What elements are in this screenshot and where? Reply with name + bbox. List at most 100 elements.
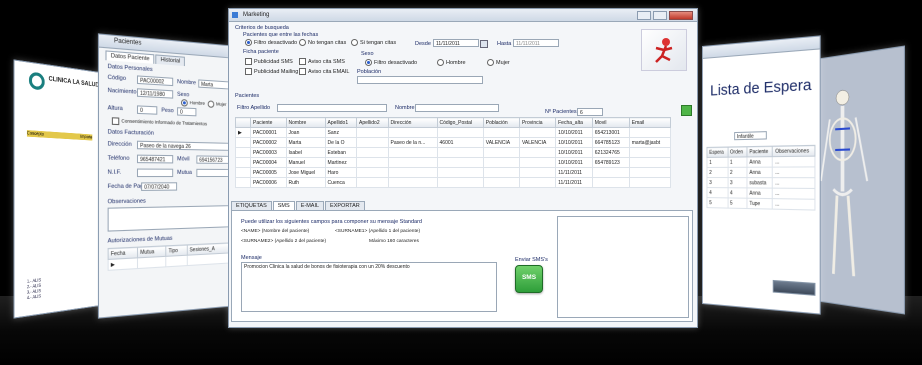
tab-email[interactable]: E-MAIL — [295, 201, 325, 210]
table-row[interactable]: PAC00005 Jose Miguel Haro 11/11/2011 — [235, 167, 672, 178]
sexo-filtro-desactivado-radio[interactable]: Filtro desactivado — [365, 59, 417, 66]
publicidad-sms-checkbox[interactable]: Publicidad SMS — [245, 58, 293, 65]
nombre-field[interactable]: Marta — [198, 79, 232, 90]
hasta-date-field[interactable]: 11/11/2011 — [513, 39, 559, 47]
espera-filter-select[interactable]: Infantile — [734, 131, 767, 141]
n-pacientes-label: Nº Pacientes — [545, 109, 577, 115]
table-cell — [356, 147, 389, 158]
table-cell: ... — [772, 166, 815, 178]
marketing-app-icon — [232, 12, 238, 18]
mensaje-label: Mensaje — [241, 255, 262, 261]
table-cell: Anna — [746, 187, 773, 199]
table-cell — [628, 177, 672, 188]
minimize-button[interactable] — [637, 11, 651, 20]
sexo-hombre-radio[interactable]: Hombre — [180, 99, 205, 107]
espera-col-orden[interactable]: Orden — [727, 146, 747, 158]
mensaje-textarea[interactable]: Promocion Clinica la salud de bonos de f… — [241, 262, 497, 312]
table-cell: ... — [772, 198, 815, 211]
table-cell: 11/11/2011 — [555, 177, 593, 188]
nif-field[interactable] — [136, 168, 174, 178]
mutua-select[interactable] — [196, 168, 230, 178]
espera-col-observaciones[interactable]: Observaciones — [772, 145, 815, 157]
espera-title: Lista de Espera — [710, 75, 812, 100]
table-row[interactable]: PAC00002 Marta De la O Paseo de la n... 4600… — [235, 137, 672, 148]
table-cell: 5 — [727, 197, 747, 209]
aviso-cita-sms-checkbox[interactable]: Aviso cita SMS — [299, 58, 345, 65]
footer-line: 4.- ALIS — [26, 293, 42, 301]
tab-datos-paciente[interactable]: Datos Paciente — [105, 50, 155, 64]
direccion-field[interactable]: Paseo de la navega 26 — [136, 140, 230, 151]
sexo-mujer-radio[interactable]: Mujer — [207, 100, 226, 108]
col-apellido1[interactable]: Apellido1 — [324, 117, 358, 128]
nacimiento-field[interactable]: 12/11/1980 — [136, 88, 174, 99]
row-selector-icon: ▶ — [235, 127, 251, 138]
col-direccion[interactable]: Dirección — [387, 117, 438, 128]
table-cell: 46001 — [436, 137, 484, 148]
tab-sms[interactable]: SMS — [272, 201, 295, 210]
table-cell: 11/11/2011 — [555, 167, 593, 178]
table-row[interactable]: 1 1 Anna... — [706, 156, 815, 168]
col-nombre[interactable]: Nombre — [285, 117, 326, 128]
col-codigo-postal[interactable]: Código_Postal — [436, 117, 484, 128]
peso-field[interactable]: 0 — [177, 107, 197, 117]
publicidad-mailing-checkbox[interactable]: Publicidad Mailing — [245, 68, 298, 75]
table-row[interactable]: 2 2 Anna... — [706, 166, 815, 178]
maximize-button[interactable] — [653, 11, 667, 20]
observaciones-field[interactable] — [107, 205, 232, 232]
table-cell — [356, 137, 389, 148]
col-poblacion[interactable]: Población — [482, 117, 520, 128]
excel-export-icon[interactable] — [681, 105, 692, 116]
tab-etiquetas[interactable]: ETIQUETAS — [231, 201, 272, 210]
sexo-hombre-radio[interactable]: Hombre — [437, 59, 466, 66]
aviso-cita-email-checkbox[interactable]: Aviso cita EMAIL — [299, 68, 349, 75]
col-provincia[interactable]: Provincia — [518, 117, 557, 128]
altura-field[interactable]: 0 — [136, 105, 158, 115]
doc-footer: 1.- ALIS 2.- ALIS 3.- ALIS 4.- ALIS — [27, 277, 41, 300]
col-apellido2[interactable]: Apellido2 — [356, 117, 389, 128]
codigo-field[interactable]: PAC00002 — [136, 75, 174, 87]
radio-label: Filtro desactivado — [374, 59, 418, 66]
col-fecha-alta[interactable]: Fecha_alta — [555, 117, 593, 128]
calendar-icon[interactable] — [480, 40, 488, 48]
screenshot-stage: CLINICA LA SALUD Concepto Importe 1.- AL… — [0, 0, 922, 365]
table-row[interactable]: PAC00003 Isabel Esteban 10/10/2011 621324765 — [235, 147, 672, 158]
filtro-apellido-field[interactable] — [277, 104, 387, 112]
table-row[interactable]: 5 5 Tupe... — [706, 197, 815, 211]
poblacion-field[interactable] — [357, 76, 483, 84]
doc-header-row: Concepto Importe — [26, 130, 92, 141]
consent-checkbox[interactable]: Consentimiento Informado de Tratamientos — [111, 117, 207, 128]
fecha-filtro-desactivado-radio[interactable]: Filtro desactivado — [245, 39, 297, 46]
desde-date-field[interactable]: 11/11/2011 — [433, 39, 479, 47]
espera-col-paciente[interactable]: Paciente — [746, 146, 773, 157]
table-cell: 4 — [706, 187, 728, 198]
close-button[interactable] — [669, 11, 693, 20]
tab-historial[interactable]: Historial — [155, 54, 186, 67]
no-tengan-citas-radio[interactable]: No tengan citas — [299, 39, 346, 46]
col-email[interactable]: Email — [628, 117, 672, 128]
table-cell — [387, 147, 438, 158]
table-row[interactable]: PAC00006 Ruth Cuenca 11/11/2011 — [235, 177, 672, 188]
tab-exportar[interactable]: EXPORTAR — [325, 201, 365, 210]
hasta-label: Hasta — [497, 41, 512, 47]
checkbox-label: Publicidad Mailing — [254, 68, 299, 75]
sms-info-line: Puede utilizar los siguientes campos par… — [241, 219, 422, 225]
codigo-label: Código — [107, 74, 127, 83]
fecha-pago-field[interactable]: 07/07/2040 — [141, 182, 178, 191]
table-row[interactable]: ▶ PAC00001 Joan Sanz 10/10/2011 654213001 — [235, 127, 672, 138]
espera-action-button[interactable] — [772, 279, 816, 296]
table-cell: De la O — [324, 137, 358, 148]
observaciones-label: Observaciones — [107, 198, 146, 206]
col-paciente[interactable]: Paciente — [250, 117, 287, 128]
telefono-field[interactable]: 965487421 — [136, 154, 174, 164]
table-cell: 10/10/2011 — [555, 137, 593, 148]
table-cell: Sanz — [324, 127, 358, 138]
table-cell — [591, 167, 630, 178]
send-sms-button[interactable]: SMS — [515, 265, 543, 293]
sexo-mujer-radio[interactable]: Mujer — [487, 59, 510, 66]
nombre-filter-field[interactable] — [415, 104, 499, 112]
movil-field[interactable]: 694156723 — [196, 155, 230, 164]
col-movil[interactable]: Movil — [591, 117, 630, 128]
si-tengan-citas-radio[interactable]: Si tengan citas — [351, 39, 396, 46]
table-row[interactable]: PAC00004 Manuel Martinez 10/10/2011 65478912… — [235, 157, 672, 168]
espera-col-espera[interactable]: Espera — [706, 147, 728, 158]
